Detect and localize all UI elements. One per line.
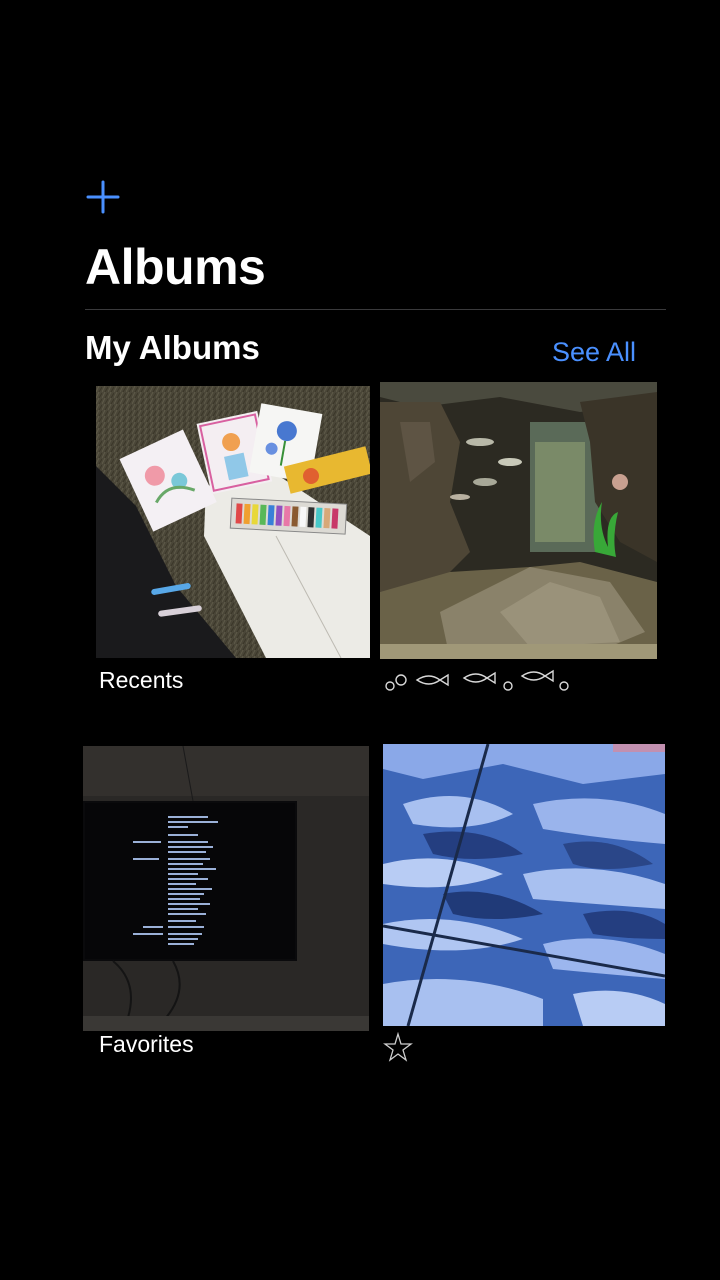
see-all-link[interactable]: See All bbox=[552, 334, 636, 370]
album-star[interactable] bbox=[383, 744, 665, 1062]
add-album-button[interactable] bbox=[84, 178, 122, 216]
album-title: Favorites bbox=[99, 1031, 194, 1057]
album-title-glyphs bbox=[382, 666, 582, 696]
album-favorites[interactable]: Favorites bbox=[83, 746, 369, 1064]
page-title: Albums bbox=[85, 239, 266, 295]
section-title-my-albums: My Albums bbox=[85, 329, 260, 366]
plus-icon bbox=[86, 180, 120, 214]
album-thumbnail bbox=[380, 382, 657, 659]
album-title: Recents bbox=[99, 667, 184, 693]
divider bbox=[85, 309, 666, 310]
album-fish[interactable] bbox=[380, 382, 657, 696]
star-icon bbox=[383, 1031, 413, 1062]
album-recents[interactable]: Recents bbox=[96, 386, 370, 696]
album-thumbnail bbox=[96, 386, 370, 658]
album-thumbnail bbox=[83, 746, 369, 1031]
fish-glyphs-icon bbox=[385, 669, 569, 691]
album-thumbnail bbox=[383, 744, 665, 1026]
album-title-star bbox=[383, 1031, 413, 1062]
